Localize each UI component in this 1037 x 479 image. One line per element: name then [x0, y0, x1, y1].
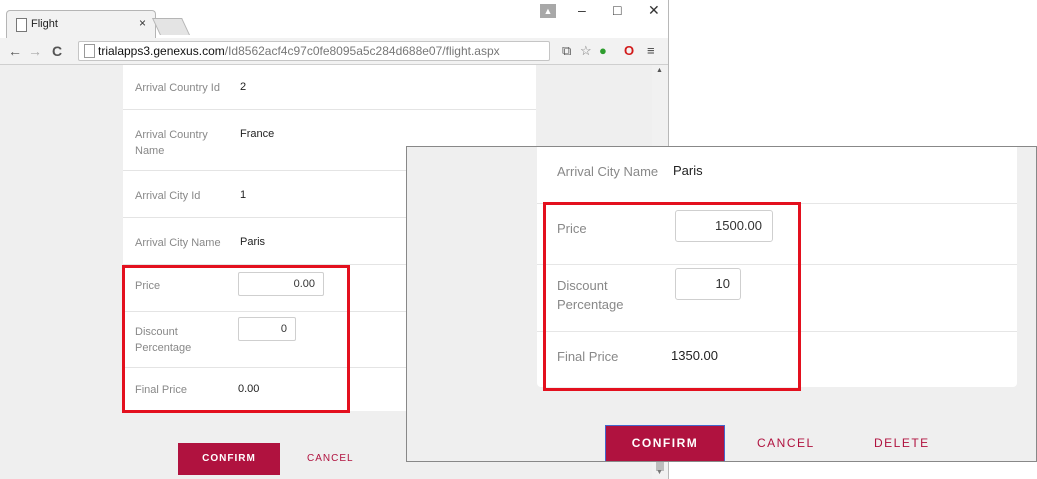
- form-row: Arrival Country Id 2: [123, 65, 536, 110]
- url-text: trialapps3.genexus.com/Id8562acf4c97c0fe…: [98, 44, 500, 58]
- bookmark-star-icon[interactable]: ☆: [580, 43, 592, 59]
- user-profile-icon[interactable]: ▲: [540, 4, 556, 18]
- tab-bar: Flight × ▲ – □ ✕: [0, 0, 668, 39]
- delete-button[interactable]: DELETE: [874, 436, 930, 450]
- confirm-button[interactable]: CONFIRM: [178, 443, 280, 475]
- close-window-button[interactable]: ✕: [648, 2, 660, 19]
- forward-icon[interactable]: →: [28, 43, 42, 59]
- field-value: Paris: [240, 236, 266, 248]
- city-label: Arrival City Name: [557, 164, 659, 179]
- menu-icon[interactable]: ≡: [647, 43, 655, 58]
- extension-icon[interactable]: ●: [599, 43, 607, 58]
- field-label: Arrival Country Id: [135, 82, 220, 94]
- page-icon: [84, 44, 95, 58]
- cancel-button[interactable]: CANCEL: [757, 436, 815, 450]
- cancel-button[interactable]: CANCEL: [307, 453, 354, 464]
- field-value: 1: [240, 189, 247, 201]
- confirm-button[interactable]: CONFIRM: [605, 425, 725, 461]
- form-row: Arrival City Name Paris: [537, 147, 1017, 204]
- page-icon: [16, 18, 27, 32]
- field-value: 2: [240, 81, 247, 93]
- tab-close-icon[interactable]: ×: [139, 16, 146, 30]
- new-tab-button[interactable]: [152, 18, 190, 35]
- url-domain: trialapps3.genexus.com: [98, 44, 225, 58]
- field-label: Arrival City Id: [135, 190, 201, 202]
- translate-icon[interactable]: ⧉: [562, 43, 571, 59]
- reload-icon[interactable]: C: [52, 43, 62, 59]
- tab-title: Flight: [31, 18, 58, 30]
- scroll-up-icon[interactable]: ▲: [656, 67, 663, 74]
- address-bar[interactable]: trialapps3.genexus.com/Id8562acf4c97c0fe…: [78, 41, 550, 61]
- minimize-button[interactable]: –: [578, 2, 586, 18]
- url-path: /Id8562acf4c97c0fe8095a5c284d688e07/flig…: [224, 44, 500, 58]
- field-label: Arrival City Name: [135, 237, 221, 249]
- zoomed-form-panel: Arrival City Name Paris Price 1500.00 Di…: [406, 146, 1037, 462]
- highlight-box: [122, 265, 350, 413]
- highlight-box: [543, 202, 801, 391]
- city-value: Paris: [673, 163, 703, 178]
- tab-flight[interactable]: Flight ×: [6, 10, 156, 39]
- browser-toolbar: ← → C trialapps3.genexus.com/Id8562acf4c…: [0, 38, 668, 65]
- field-label: Arrival Country Name: [135, 129, 208, 157]
- opera-icon[interactable]: O: [624, 43, 634, 58]
- maximize-button[interactable]: □: [613, 2, 621, 18]
- scroll-down-icon[interactable]: ▼: [656, 469, 663, 476]
- field-value: France: [240, 128, 275, 140]
- back-icon[interactable]: ←: [8, 43, 22, 59]
